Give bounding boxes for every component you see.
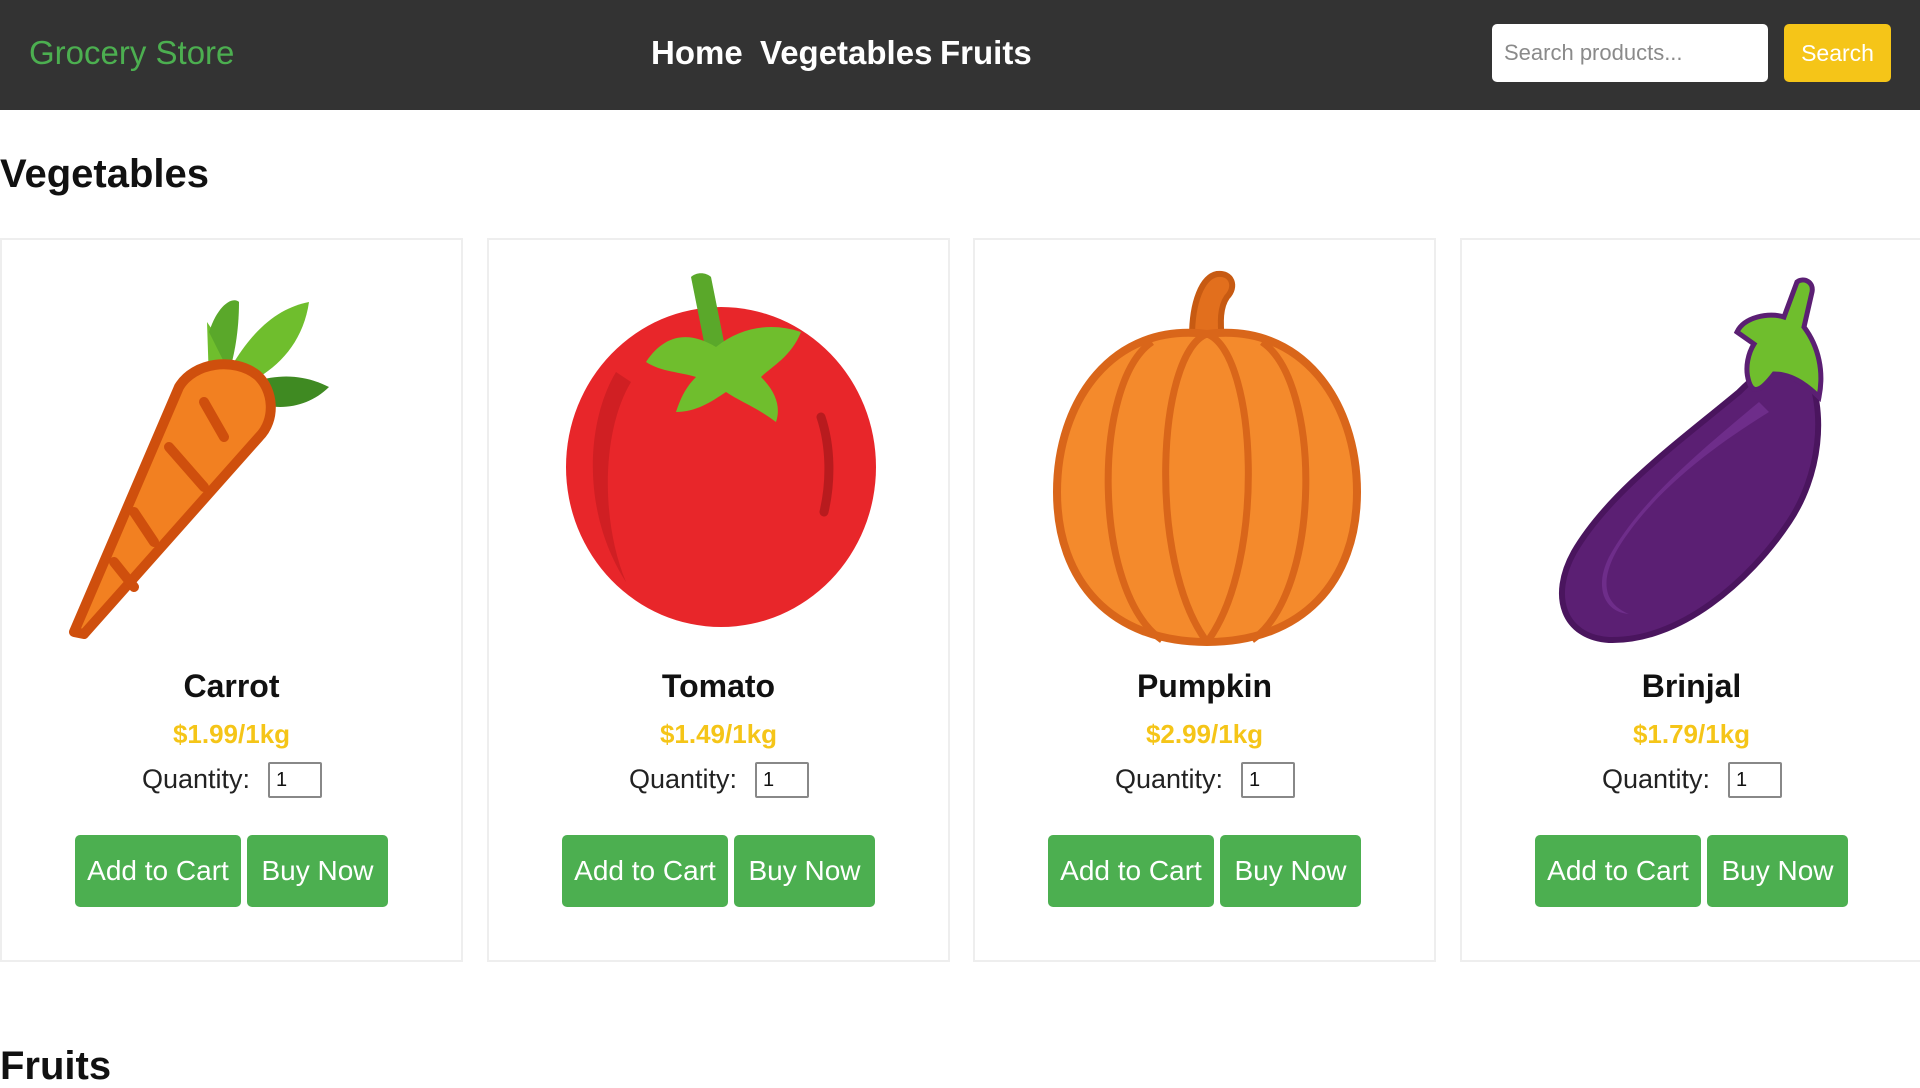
section-title-fruits: Fruits	[0, 1044, 112, 1088]
product-price: $1.49/1kg	[659, 719, 778, 749]
search-input[interactable]	[1492, 24, 1768, 82]
product-name: Pumpkin	[1136, 668, 1273, 704]
quantity-label: Quantity:	[142, 764, 251, 794]
nav-link-fruits[interactable]: Fruits	[940, 30, 1032, 75]
product-card: Carrot $1.99/1kg Quantity: Add to Cart B…	[0, 238, 463, 962]
product-card: Brinjal $1.79/1kg Quantity: Add to Cart …	[1460, 238, 1920, 962]
quantity-input[interactable]	[268, 762, 322, 798]
pumpkin-icon	[1042, 262, 1372, 652]
add-to-cart-button[interactable]: Add to Cart	[75, 835, 241, 907]
quantity-input[interactable]	[1728, 762, 1782, 798]
product-name: Carrot	[183, 668, 280, 704]
buy-now-button[interactable]: Buy Now	[1220, 835, 1361, 907]
quantity-input[interactable]	[755, 762, 809, 798]
buy-now-button[interactable]: Buy Now	[734, 835, 875, 907]
product-card: Tomato $1.49/1kg Quantity: Add to Cart B…	[487, 238, 950, 962]
product-price: $2.99/1kg	[1145, 719, 1264, 749]
buy-now-button[interactable]: Buy Now	[247, 835, 388, 907]
product-name: Brinjal	[1641, 668, 1742, 704]
section-title-vegetables: Vegetables	[0, 152, 210, 196]
eggplant-icon	[1529, 262, 1859, 652]
buy-now-button[interactable]: Buy Now	[1707, 835, 1848, 907]
add-to-cart-button[interactable]: Add to Cart	[1048, 835, 1214, 907]
nav-link-vegetables[interactable]: Vegetables	[760, 30, 932, 75]
quantity-label: Quantity:	[1602, 764, 1711, 794]
product-price: $1.99/1kg	[172, 719, 291, 749]
add-to-cart-button[interactable]: Add to Cart	[562, 835, 728, 907]
tomato-icon	[556, 262, 886, 652]
quantity-input[interactable]	[1241, 762, 1295, 798]
product-price: $1.79/1kg	[1632, 719, 1751, 749]
brand-logo[interactable]: Grocery Store	[29, 30, 234, 75]
quantity-label: Quantity:	[629, 764, 738, 794]
search-button[interactable]: Search	[1784, 24, 1891, 82]
add-to-cart-button[interactable]: Add to Cart	[1535, 835, 1701, 907]
carrot-icon	[69, 262, 399, 652]
product-card: Pumpkin $2.99/1kg Quantity: Add to Cart …	[973, 238, 1436, 962]
navbar: Grocery Store Home Vegetables Fruits Sea…	[0, 0, 1920, 110]
nav-link-home[interactable]: Home	[651, 30, 743, 75]
product-name: Tomato	[661, 668, 776, 704]
quantity-label: Quantity:	[1115, 764, 1224, 794]
